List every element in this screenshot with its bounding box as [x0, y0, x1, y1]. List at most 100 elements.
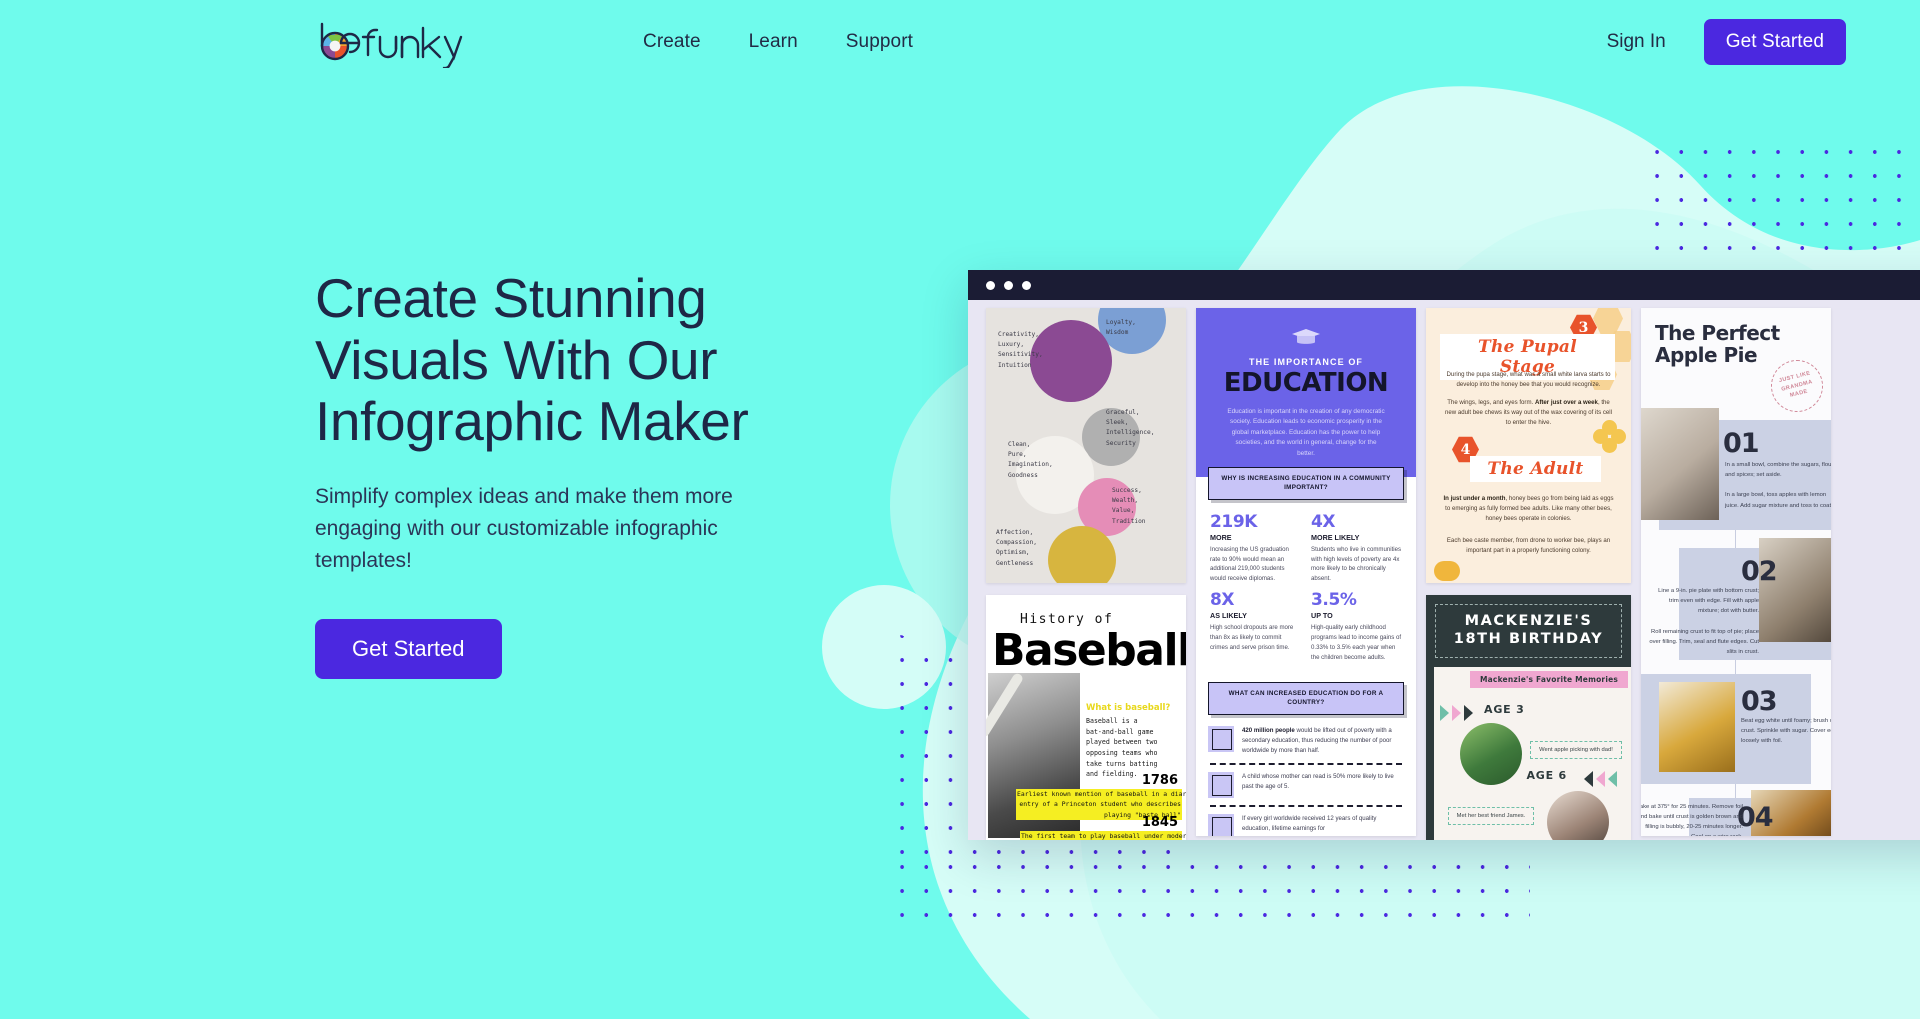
- nav-item-support[interactable]: Support: [846, 31, 913, 53]
- bee-p4a-bold: In just under a month: [1443, 495, 1506, 502]
- birthday-photo-age-3: [1460, 723, 1522, 785]
- window-dot-maximize-icon: [1022, 280, 1031, 290]
- site-header: Create Learn Support Sign In Get Started: [0, 0, 1920, 84]
- baseball-year-1845: 1845: [1141, 815, 1178, 830]
- education-title: EDUCATION: [1223, 368, 1389, 398]
- baseball-title: Baseball: [992, 625, 1186, 676]
- gallery-column-2: THE IMPORTANCE OF EDUCATION Education is…: [1196, 308, 1416, 840]
- triangle-pink-icon: [1452, 705, 1461, 721]
- fact-text: A child whose mother can read is 50% mor…: [1242, 772, 1394, 790]
- template-baseball-history[interactable]: History of Baseball What is baseball? Ba…: [986, 595, 1186, 840]
- sign-in-link[interactable]: Sign In: [1607, 31, 1666, 53]
- gallery-column-4: The Perfect Apple Pie JUST LIKE GRANDMA …: [1641, 308, 1831, 840]
- triangle-teal-icon: [1608, 771, 1617, 787]
- template-apple-pie[interactable]: The Perfect Apple Pie JUST LIKE GRANDMA …: [1641, 308, 1831, 836]
- stat-label: UP TO: [1311, 611, 1333, 621]
- arrow-group-left: [1584, 771, 1617, 787]
- window-dot-minimize-icon: [1004, 280, 1013, 290]
- education-stat: 4X MORE LIKELY Students who live in comm…: [1311, 512, 1402, 584]
- stat-description: High-quality early childhood programs le…: [1311, 624, 1402, 661]
- pie-stamp-badge: JUST LIKE GRANDMA MADE: [1771, 360, 1823, 412]
- education-banner-community: WHY IS INCREASING EDUCATION IN A COMMUNI…: [1208, 466, 1404, 500]
- pie-step-image-02: [1759, 538, 1831, 642]
- bee-paragraph-3b: The wings, legs, and eyes form. After ju…: [1442, 398, 1615, 429]
- window-dot-close-icon: [986, 280, 995, 290]
- color-label-purple: Creativity, Luxury, Sensitivity, Intuiti…: [998, 331, 1043, 369]
- birthday-caption-age-3: Went apple picking with dad!: [1530, 741, 1622, 759]
- template-showcase-window: Creativity, Luxury, Sensitivity, Intuiti…: [968, 270, 1920, 840]
- education-facts: 420 million people would be lifted out o…: [1196, 715, 1416, 836]
- triangle-pink-icon: [1596, 771, 1605, 787]
- education-fact-row: A child whose mother can read is 50% mor…: [1208, 765, 1404, 805]
- befunky-logo[interactable]: [315, 16, 463, 68]
- pie-step-text-04: Bake at 375° for 25 minutes. Remove foil…: [1641, 804, 1743, 836]
- color-label-gold: Affection, Compassion, Optimism, Gentlen…: [996, 529, 1037, 567]
- gallery-column-1: Creativity, Luxury, Sensitivity, Intuiti…: [986, 308, 1186, 840]
- dot-pattern-top-right: [1645, 140, 1913, 258]
- primary-navigation: Create Learn Support: [643, 31, 913, 53]
- open-book-icon: [1208, 771, 1234, 798]
- hero-subtitle: Simplify complex ideas and make them mor…: [315, 484, 733, 572]
- browser-title-bar: [968, 270, 1920, 300]
- education-statistics: 219K MORE Increasing the US graduation r…: [1196, 500, 1416, 669]
- education-header: THE IMPORTANCE OF EDUCATION Education is…: [1196, 308, 1416, 477]
- fact-text: If every girl worldwide received 12 year…: [1242, 814, 1377, 832]
- nav-item-learn[interactable]: Learn: [749, 31, 798, 53]
- hero-section: Create Stunning Visuals With Our Infogra…: [315, 267, 835, 679]
- color-label-white: Clean, Pure, Imagination, Goodness: [1008, 441, 1053, 479]
- education-banner-country: WHAT CAN INCREASED EDUCATION DO FOR A CO…: [1208, 681, 1404, 715]
- pie-step-image-01: [1641, 408, 1719, 520]
- template-education[interactable]: THE IMPORTANCE OF EDUCATION Education is…: [1196, 308, 1416, 836]
- color-label-pink: Success, Wealth, Value, Tradition: [1112, 487, 1146, 525]
- page-title: Create Stunning Visuals With Our Infogra…: [315, 267, 835, 453]
- education-stat: 8X AS LIKELY High school dropouts are mo…: [1210, 590, 1301, 662]
- stat-number: 219K: [1210, 511, 1258, 532]
- education-supertitle: THE IMPORTANCE OF: [1248, 357, 1364, 367]
- bee-section-title-4: The Adult: [1470, 456, 1601, 482]
- stat-number: 3.5%: [1311, 590, 1357, 611]
- pie-title-line-2: Apple Pie: [1655, 343, 1758, 368]
- pie-step-image-03: [1659, 682, 1735, 772]
- hero-title-line-2: Visuals With Our: [315, 328, 718, 391]
- bee-paragraph-3a: During the pupa stage, what was a small …: [1446, 371, 1611, 389]
- pie-step-number-01: 01: [1723, 428, 1760, 459]
- nav-item-create[interactable]: Create: [643, 31, 701, 53]
- gallery-column-3: 3 The Pupal Stage During the pupa stage,…: [1426, 308, 1631, 840]
- pie-title-line-1: The Perfect: [1655, 321, 1780, 345]
- bee-paragraph-4b: Each bee caste member, from drone to wor…: [1446, 537, 1611, 555]
- bee-paragraph-4a: In just under a month, honey bees go fro…: [1442, 494, 1615, 525]
- stat-number: 4X: [1311, 511, 1336, 532]
- stat-description: Students who live in communities with hi…: [1311, 545, 1402, 583]
- baseball-question: What is baseball?: [1086, 703, 1171, 713]
- color-label-gray: Graceful, Sleek, Intelligence, Security: [1106, 409, 1155, 447]
- baseball-body: Baseball is a bat-and-ball game played b…: [1086, 717, 1158, 779]
- education-fact-row: If every girl worldwide received 12 year…: [1208, 807, 1404, 836]
- laptop-icon: [1208, 813, 1234, 836]
- birthday-title-line-2: 18TH BIRTHDAY: [1453, 631, 1604, 647]
- stat-description: Increasing the US graduation rate to 90%…: [1210, 545, 1289, 583]
- aperture-icon: [320, 22, 463, 68]
- template-color-psychology[interactable]: Creativity, Luxury, Sensitivity, Intuiti…: [986, 308, 1186, 583]
- template-birthday[interactable]: MACKENZIE'S 18TH BIRTHDAY Mackenzie's Fa…: [1426, 595, 1631, 840]
- pie-stamp-text: JUST LIKE GRANDMA MADE: [1778, 370, 1814, 400]
- stat-label: MORE LIKELY: [1311, 532, 1360, 542]
- fact-text: 420 million people would be lifted out o…: [1242, 726, 1404, 756]
- hero-title-line-1: Create Stunning: [315, 267, 707, 329]
- pie-step-number-02: 02: [1741, 556, 1778, 587]
- pie-step-text-02: Line a 9-in. pie plate with bottom crust…: [1649, 588, 1759, 655]
- triangle-teal-icon: [1440, 705, 1449, 721]
- hero-title-line-3: Infographic Maker: [315, 390, 749, 453]
- template-bee-lifecycle[interactable]: 3 The Pupal Stage During the pupa stage,…: [1426, 308, 1631, 583]
- birthday-age-6: AGE 6: [1526, 769, 1567, 782]
- color-label-blue: Loyalty, Wisdom: [1106, 319, 1136, 337]
- get-started-button-hero[interactable]: Get Started: [315, 618, 502, 679]
- graduation-cap-icon: [1291, 328, 1321, 347]
- baseball-year-1786: 1786: [1141, 773, 1178, 788]
- get-started-button-header[interactable]: Get Started: [1703, 19, 1846, 65]
- dot-pattern-bottom-wide: [890, 855, 1530, 930]
- stat-label: MORE: [1210, 532, 1232, 542]
- stat-description: High school dropouts are more than 8x as…: [1210, 624, 1294, 651]
- header-actions: Sign In Get Started: [1607, 19, 1846, 65]
- fact-bold: 420 million people: [1242, 726, 1295, 734]
- education-fact-row: 420 million people would be lifted out o…: [1208, 719, 1404, 763]
